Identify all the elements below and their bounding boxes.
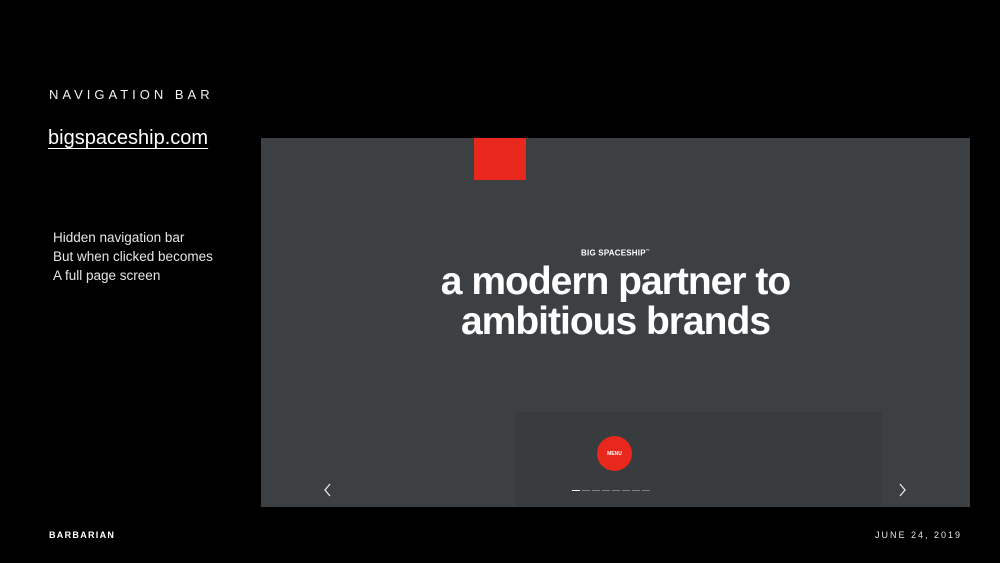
chevron-right-icon[interactable]: [896, 482, 908, 498]
pager-dot[interactable]: [642, 490, 650, 491]
slide-date: JUNE 24, 2019: [874, 530, 962, 540]
site-link[interactable]: bigspaceship.com: [48, 127, 208, 150]
site-logo-text: BIG SPACESHIP: [581, 248, 646, 258]
pager-dot[interactable]: [572, 490, 580, 491]
chevron-left-icon[interactable]: [322, 482, 334, 498]
barbarian-logo: BARBARIAN: [49, 530, 116, 540]
slide-pager: [572, 490, 650, 491]
hero-headline: a modern partner to ambitious brands: [261, 262, 970, 342]
note-line: A full page screen: [53, 268, 161, 283]
site-logo[interactable]: BIG SPACESHIP™: [261, 248, 970, 258]
pager-dot[interactable]: [582, 490, 590, 491]
pager-dot[interactable]: [602, 490, 610, 491]
slide-heading: NAVIGATION BAR: [49, 87, 214, 102]
bottom-panel: [515, 412, 882, 507]
pager-dot[interactable]: [592, 490, 600, 491]
menu-button[interactable]: MENU: [597, 436, 632, 471]
slide-notes: Hidden navigation bar But when clicked b…: [53, 228, 213, 285]
note-line: Hidden navigation bar: [53, 230, 185, 245]
note-line: But when clicked becomes: [53, 249, 213, 264]
website-screenshot: BIG SPACESHIP™ a modern partner to ambit…: [261, 138, 970, 507]
red-square-graphic: [474, 138, 526, 180]
trademark-mark: ™: [645, 248, 650, 253]
hero-line: a modern partner to: [440, 260, 791, 303]
pager-dot[interactable]: [612, 490, 620, 491]
pager-dot[interactable]: [632, 490, 640, 491]
hero-line: ambitious brands: [460, 300, 771, 343]
pager-dot[interactable]: [622, 490, 630, 491]
